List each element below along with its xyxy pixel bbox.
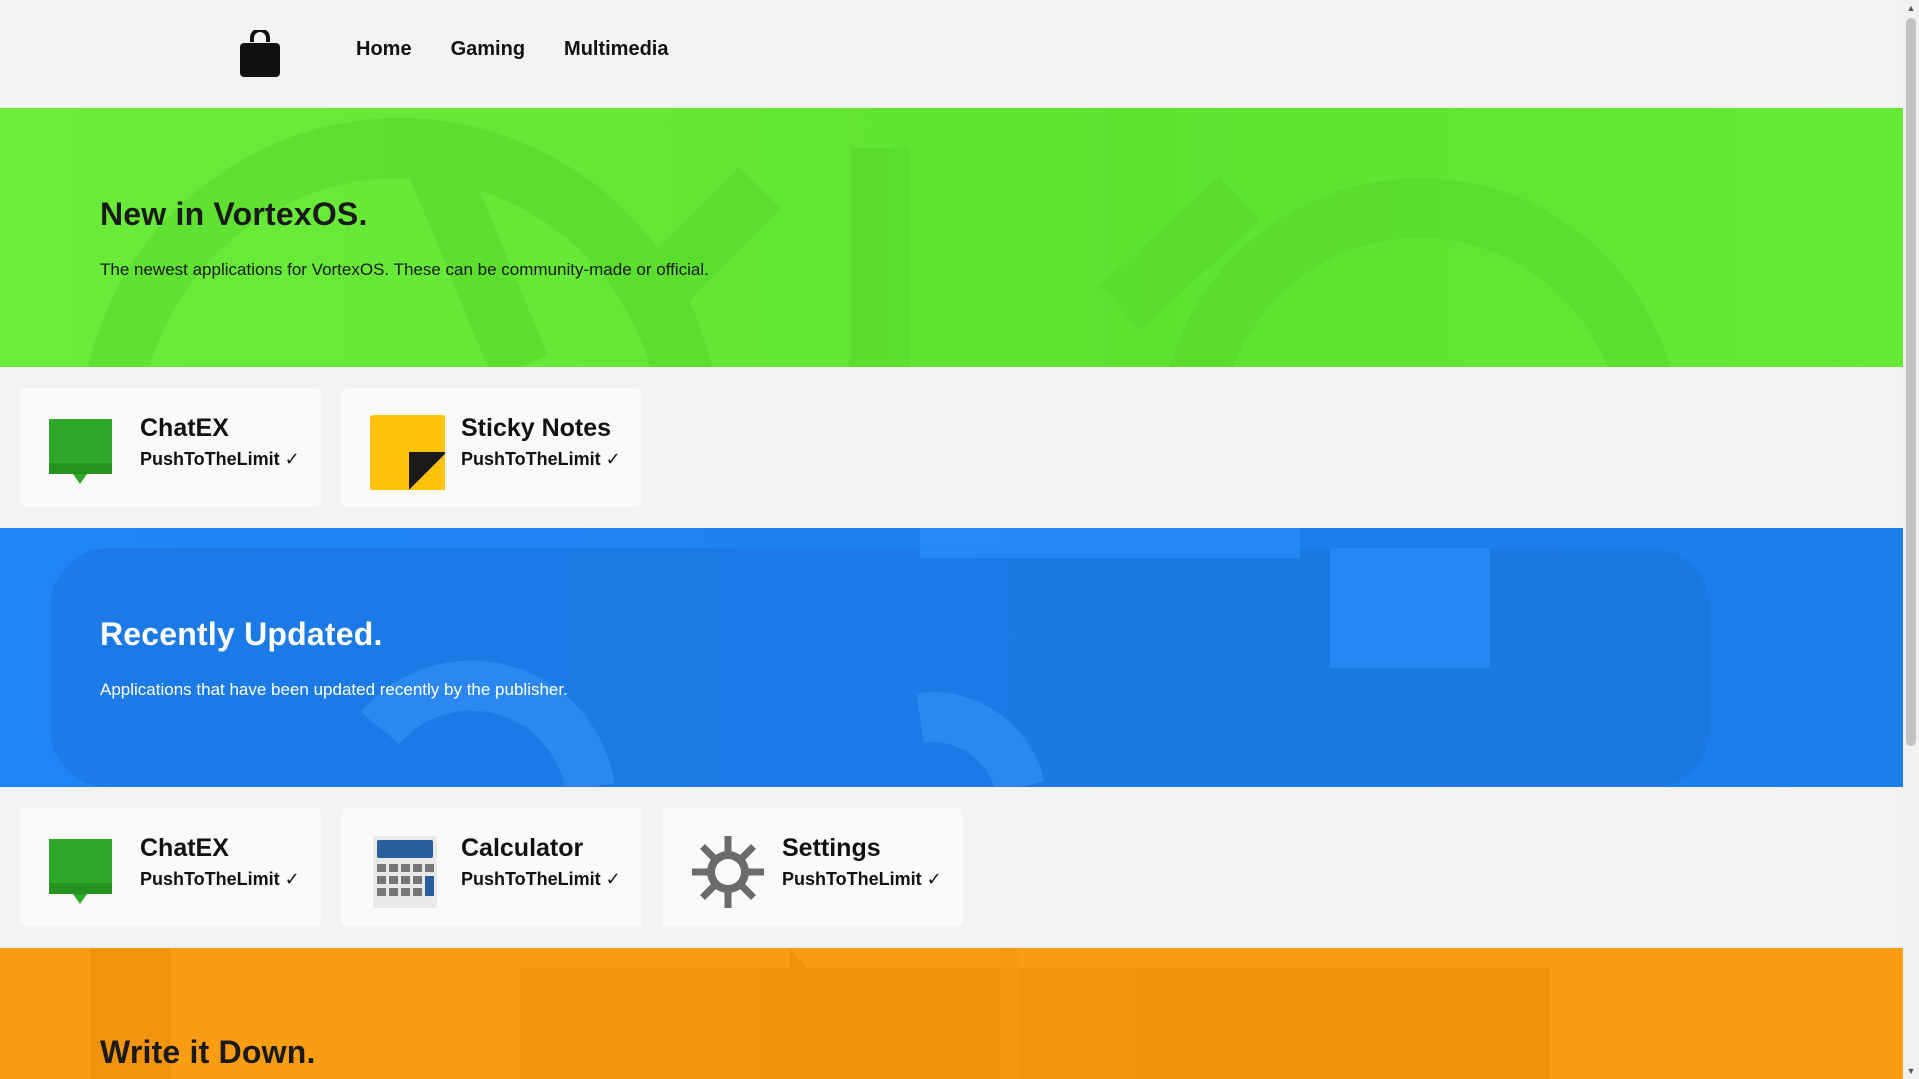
scroll-thumb[interactable]: [1906, 18, 1916, 746]
app-card-settings[interactable]: Settings PushToTheLimit ✓: [662, 808, 963, 927]
chat-icon: [49, 839, 112, 904]
page-scrollbar[interactable]: ▲ ▼: [1903, 0, 1919, 1079]
new-apps-row: ChatEX PushToTheLimit ✓ Sticky Notes Pus…: [20, 388, 642, 507]
nav-link-home[interactable]: Home: [356, 38, 412, 61]
app-author: PushToTheLimit ✓: [461, 869, 621, 889]
chat-icon: [49, 419, 112, 484]
banner-background-pattern: [87, 118, 1671, 367]
gear-icon: [692, 836, 764, 908]
app-name: Sticky Notes: [461, 414, 612, 442]
main-nav: Home Gaming Multimedia: [356, 38, 668, 61]
app-author: PushToTheLimit ✓: [461, 449, 621, 469]
app-name: Settings: [782, 834, 881, 862]
section-description: Applications that have been updated rece…: [100, 680, 568, 699]
nav-link-gaming[interactable]: Gaming: [451, 38, 525, 61]
calculator-icon: [373, 836, 437, 908]
write-it-down-banner: Write it Down.: [0, 948, 1903, 1079]
recently-updated-banner: Recently Updated. Applications that have…: [0, 528, 1903, 787]
app-author: PushToTheLimit ✓: [140, 449, 300, 469]
banner-background-pattern: [50, 528, 1710, 787]
app-name: ChatEX: [140, 414, 229, 442]
section-title: Write it Down.: [100, 1034, 316, 1070]
app-name: ChatEX: [140, 834, 229, 862]
section-title: Recently Updated.: [100, 616, 383, 652]
app-card-chatex[interactable]: ChatEX PushToTheLimit ✓: [20, 388, 321, 507]
new-in-vortexos-banner: New in VortexOS. The newest applications…: [0, 108, 1903, 367]
section-description: The newest applications for VortexOS. Th…: [100, 260, 709, 279]
app-card-chatex[interactable]: ChatEX PushToTheLimit ✓: [20, 808, 321, 927]
nav-link-multimedia[interactable]: Multimedia: [564, 38, 668, 61]
app-name: Calculator: [461, 834, 584, 862]
updated-apps-row: ChatEX PushToTheLimit ✓ Calculator PushT…: [20, 808, 963, 927]
app-card-calculator[interactable]: Calculator PushToTheLimit ✓: [341, 808, 642, 927]
scroll-down-arrow-icon[interactable]: ▼: [1903, 1063, 1919, 1079]
app-card-sticky-notes[interactable]: Sticky Notes PushToTheLimit ✓: [341, 388, 642, 507]
shopping-bag-icon[interactable]: [239, 30, 281, 78]
app-author: PushToTheLimit ✓: [140, 869, 300, 889]
sticky-note-icon: [370, 415, 445, 490]
app-author: PushToTheLimit ✓: [782, 869, 942, 889]
top-navigation-bar: Home Gaming Multimedia: [0, 0, 1903, 108]
scroll-up-arrow-icon[interactable]: ▲: [1903, 0, 1919, 16]
section-title: New in VortexOS.: [100, 196, 368, 232]
